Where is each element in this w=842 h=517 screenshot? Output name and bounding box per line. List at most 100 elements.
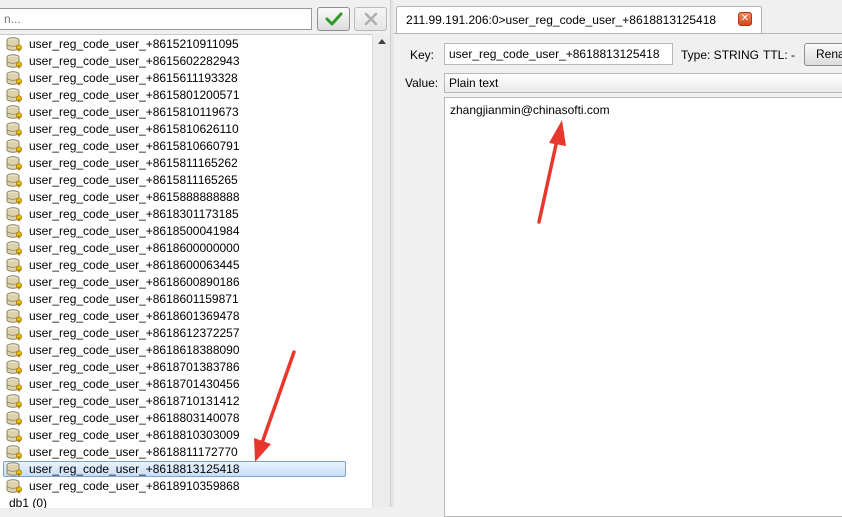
redis-key-icon — [6, 394, 22, 409]
key-item[interactable]: user_reg_code_user_+8618701430456 — [0, 376, 372, 393]
database-item-db1[interactable]: db1 (0) — [0, 495, 372, 508]
redis-key-icon — [6, 360, 22, 375]
redis-key-icon — [6, 139, 22, 154]
key-name-field[interactable] — [444, 43, 673, 65]
key-item-label: user_reg_code_user_+8615801200571 — [29, 88, 240, 102]
key-item-label: user_reg_code_user_+8615810660791 — [29, 139, 240, 153]
redis-key-icon — [6, 190, 22, 205]
filter-input[interactable] — [0, 8, 312, 30]
key-item[interactable]: user_reg_code_user_+8615801200571 — [0, 87, 372, 104]
key-item[interactable]: user_reg_code_user_+8618618388090 — [0, 342, 372, 359]
value-text-area[interactable]: zhangjianmin@chinasofti.com — [444, 97, 842, 517]
redis-key-icon — [6, 479, 22, 494]
key-item-label: user_reg_code_user_+8615811165262 — [29, 156, 238, 170]
value-text: zhangjianmin@chinasofti.com — [450, 103, 610, 117]
key-item[interactable]: user_reg_code_user_+8615602282943 — [0, 53, 372, 70]
clear-filter-button[interactable] — [354, 7, 387, 31]
key-item-label: user_reg_code_user_+8615602282943 — [29, 54, 240, 68]
redis-key-icon — [6, 156, 22, 171]
redis-key-icon — [6, 445, 22, 460]
key-item-label: user_reg_code_user_+8615810626110 — [29, 122, 239, 136]
key-item[interactable]: user_reg_code_user_+8618500041984 — [0, 223, 372, 240]
key-item-label: user_reg_code_user_+8618500041984 — [29, 224, 240, 238]
key-item[interactable]: user_reg_code_user_+8615811165262 — [0, 155, 372, 172]
close-x-icon — [364, 12, 377, 26]
database-item-label: db1 (0) — [9, 496, 48, 508]
key-item-label: user_reg_code_user_+8618600063445 — [29, 258, 240, 272]
key-item-label: user_reg_code_user_+8618710131412 — [29, 394, 240, 408]
key-item-label: user_reg_code_user_+8618813125418 — [29, 462, 240, 476]
key-item-label: user_reg_code_user_+8618601369478 — [29, 309, 240, 323]
redis-key-icon — [6, 54, 22, 69]
key-item-label: user_reg_code_user_+8618600000000 — [29, 241, 240, 255]
key-item[interactable]: user_reg_code_user_+8618600000000 — [0, 240, 372, 257]
apply-filter-button[interactable] — [317, 7, 350, 31]
selected-key-item[interactable]: user_reg_code_user_+8618813125418 — [0, 461, 372, 478]
key-item-label: user_reg_code_user_+8618612372257 — [29, 326, 240, 340]
key-item[interactable]: user_reg_code_user_+8618710131412 — [0, 393, 372, 410]
key-editor: Key: Type: STRING TTL: - Rename Value: P… — [394, 34, 842, 517]
redis-key-icon — [6, 462, 22, 477]
key-item[interactable]: user_reg_code_user_+8615611193328 — [0, 70, 372, 87]
key-item[interactable]: user_reg_code_user_+8618811172770 — [0, 444, 372, 461]
key-item-label: user_reg_code_user_+8618810303009 — [29, 428, 240, 442]
type-label: Type: STRING — [681, 48, 760, 62]
key-item-label: user_reg_code_user_+8615888888888 — [29, 190, 240, 204]
redis-key-icon — [6, 207, 22, 222]
key-item-label: user_reg_code_user_+8615611193328 — [29, 71, 238, 85]
key-item[interactable]: user_reg_code_user_+8618601369478 — [0, 308, 372, 325]
key-item[interactable]: user_reg_code_user_+8618803140078 — [0, 410, 372, 427]
redis-key-icon — [6, 377, 22, 392]
redis-key-icon — [6, 275, 22, 290]
keys-panel: user_reg_code_user_+8615210911095 user_r… — [0, 0, 394, 508]
key-item-label: user_reg_code_user_+8618618388090 — [29, 343, 240, 357]
tab-title: 211.99.191.206:0>user_reg_code_user_+861… — [406, 13, 717, 27]
key-item[interactable]: user_reg_code_user_+8615210911095 — [0, 36, 372, 53]
key-item[interactable]: user_reg_code_user_+8618600063445 — [0, 257, 372, 274]
ttl-label: TTL: - — [763, 48, 795, 62]
redis-key-icon — [6, 258, 22, 273]
tab-bar: 211.99.191.206:0>user_reg_code_user_+861… — [394, 0, 842, 34]
redis-key-icon — [6, 105, 22, 120]
checkmark-icon — [325, 12, 342, 26]
key-label: Key: — [410, 48, 435, 62]
redis-key-icon — [6, 343, 22, 358]
value-format-select[interactable]: Plain text — [444, 73, 842, 93]
redis-key-icon — [6, 71, 22, 86]
scroll-up-arrow-icon[interactable] — [378, 39, 386, 44]
key-item[interactable]: user_reg_code_user_+8618701383786 — [0, 359, 372, 376]
key-item[interactable]: user_reg_code_user_+8615810119673 — [0, 104, 372, 121]
redis-key-icon — [6, 428, 22, 443]
redis-key-icon — [6, 122, 22, 137]
key-item[interactable]: user_reg_code_user_+8618910359868 — [0, 478, 372, 495]
redis-key-icon — [6, 411, 22, 426]
key-item[interactable]: user_reg_code_user_+8615888888888 — [0, 189, 372, 206]
key-item-label: user_reg_code_user_+8615810119673 — [29, 105, 239, 119]
key-item-label: user_reg_code_user_+8618803140078 — [29, 411, 240, 425]
tab-key-view[interactable]: 211.99.191.206:0>user_reg_code_user_+861… — [396, 6, 762, 33]
key-item-label: user_reg_code_user_+8615210911095 — [29, 37, 239, 51]
rename-button[interactable]: Rename — [804, 43, 842, 66]
key-item-label: user_reg_code_user_+8618811172770 — [29, 445, 238, 459]
key-item[interactable]: user_reg_code_user_+8618301173185 — [0, 206, 372, 223]
key-item[interactable]: user_reg_code_user_+8618600890186 — [0, 274, 372, 291]
key-item-label: user_reg_code_user_+8618600890186 — [29, 275, 240, 289]
key-item-label: user_reg_code_user_+8618701430456 — [29, 377, 240, 391]
close-tab-icon[interactable]: ✕ — [738, 12, 752, 26]
redis-key-icon — [6, 88, 22, 103]
redis-key-icon — [6, 292, 22, 307]
key-item[interactable]: user_reg_code_user_+8615811165265 — [0, 172, 372, 189]
key-item[interactable]: user_reg_code_user_+8618612372257 — [0, 325, 372, 342]
redis-key-icon — [6, 224, 22, 239]
redis-key-icon — [6, 241, 22, 256]
key-item-label: user_reg_code_user_+8618601159871 — [29, 292, 239, 306]
key-tree[interactable]: user_reg_code_user_+8615210911095 user_r… — [0, 34, 372, 508]
key-item[interactable]: user_reg_code_user_+8615810660791 — [0, 138, 372, 155]
redis-key-icon — [6, 326, 22, 341]
key-item-label: user_reg_code_user_+8618301173185 — [29, 207, 239, 221]
redis-key-icon — [6, 173, 22, 188]
key-item[interactable]: user_reg_code_user_+8618810303009 — [0, 427, 372, 444]
key-item[interactable]: user_reg_code_user_+8618601159871 — [0, 291, 372, 308]
key-item[interactable]: user_reg_code_user_+8615810626110 — [0, 121, 372, 138]
key-tree-scrollbar[interactable] — [372, 34, 391, 507]
